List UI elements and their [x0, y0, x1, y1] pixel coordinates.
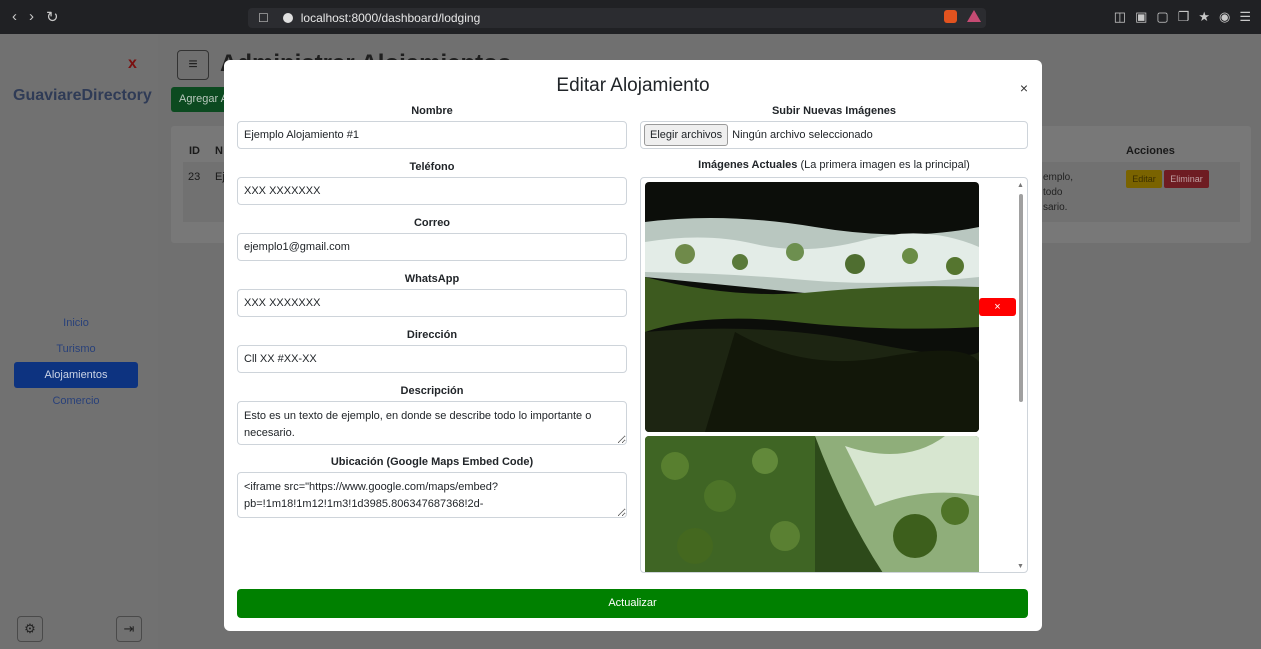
telefono-label: Teléfono: [409, 161, 455, 173]
row-id: 23: [188, 171, 201, 183]
correo-input[interactable]: [237, 233, 627, 261]
current-image-2: [645, 436, 979, 572]
extension-icons: [944, 10, 981, 23]
reload-icon[interactable]: ↻: [46, 8, 59, 26]
correo-label: Correo: [413, 217, 451, 229]
edit-lodging-modal: Editar Alojamiento × Nombre Teléfono Cor…: [224, 60, 1042, 631]
modal-title: Editar Alojamiento: [556, 75, 710, 96]
row-description: emplo, todo sario.: [1043, 172, 1074, 213]
column-header-name: N: [215, 145, 223, 157]
site-info-icon[interactable]: [282, 13, 293, 23]
nombre-input[interactable]: [237, 121, 627, 149]
update-button[interactable]: Actualizar: [237, 589, 1028, 618]
scrollbar-thumb[interactable]: [1019, 194, 1023, 402]
sidebar-item-inicio[interactable]: Inicio: [14, 310, 138, 336]
scroll-down-icon[interactable]: ▼: [1017, 563, 1024, 570]
choose-files-button[interactable]: Elegir archivos: [644, 124, 729, 146]
extensions-icon[interactable]: ◫: [1114, 9, 1126, 25]
current-images-label: Imágenes Actuales (La primera imagen es …: [640, 157, 1028, 174]
browser-toolbar: ‹ › ↻ ☐ localhost:8000/dashboard/lodging…: [0, 0, 1261, 34]
nombre-label: Nombre: [411, 105, 453, 117]
descripcion-textarea[interactable]: Esto es un texto de ejemplo, en donde se…: [237, 401, 627, 445]
sidebar-item-alojamientos[interactable]: Alojamientos: [14, 362, 138, 388]
scroll-up-icon[interactable]: ▲: [1017, 182, 1024, 189]
current-images-list[interactable]: × ▲ ▼: [640, 177, 1028, 573]
sidebar: x GuaviareDirectory Inicio Turismo Aloja…: [0, 34, 158, 649]
screenshot-icon[interactable]: ▣: [1135, 9, 1147, 25]
upload-label: Subir Nuevas Imágenes: [771, 105, 897, 117]
menu-toggle-button[interactable]: ≡: [177, 50, 209, 80]
tab-icon[interactable]: ❐: [1178, 9, 1190, 25]
direccion-input[interactable]: [237, 345, 627, 373]
ubicacion-textarea[interactable]: <iframe src="https://www.google.com/maps…: [237, 472, 627, 518]
brand-logo[interactable]: GuaviareDirectory: [13, 87, 152, 105]
delete-button[interactable]: Eliminar: [1164, 170, 1209, 188]
file-status: Ningún archivo seleccionado: [732, 129, 873, 141]
form-right-column: Subir Nuevas Imágenes Elegir archivos Ni…: [640, 102, 1028, 573]
direccion-label: Dirección: [406, 329, 458, 341]
shield-icon[interactable]: [944, 10, 957, 23]
telefono-input[interactable]: [237, 177, 627, 205]
edit-button[interactable]: Editar: [1126, 170, 1162, 188]
browser-actions: ◫ ▣ ▢ ❐ ★ ◉ ☰: [1114, 9, 1251, 25]
descripcion-label: Descripción: [400, 385, 464, 397]
current-image-1: [645, 182, 979, 432]
column-header-actions: Acciones: [1126, 145, 1175, 157]
column-header-id: ID: [189, 145, 200, 157]
url-text: localhost:8000/dashboard/lodging: [300, 11, 481, 25]
whatsapp-label: WhatsApp: [404, 273, 460, 285]
sidebar-close-button[interactable]: x: [128, 55, 137, 73]
images-scrollbar[interactable]: ▲ ▼: [1017, 182, 1025, 570]
vpn-icon[interactable]: ◉: [1219, 9, 1230, 25]
sidebar-toggle-icon[interactable]: ▢: [1156, 9, 1168, 25]
form-left-column: Nombre Teléfono Correo WhatsApp Direcció…: [237, 102, 627, 526]
address-bar[interactable]: ☐ localhost:8000/dashboard/lodging: [248, 8, 986, 28]
menu-icon[interactable]: ☰: [1239, 9, 1251, 25]
logout-icon[interactable]: ⇥: [116, 616, 142, 642]
forward-icon[interactable]: ›: [29, 8, 34, 26]
sidebar-item-comercio[interactable]: Comercio: [14, 388, 138, 414]
file-input[interactable]: Elegir archivos Ningún archivo seleccion…: [640, 121, 1028, 149]
settings-icon[interactable]: ⚙: [17, 616, 43, 642]
browser-nav: ‹ › ↻: [0, 8, 59, 26]
share-icon[interactable]: ★: [1198, 9, 1210, 25]
ubicacion-label: Ubicación (Google Maps Embed Code): [330, 456, 534, 468]
sidebar-item-turismo[interactable]: Turismo: [14, 336, 138, 362]
close-icon[interactable]: ×: [1020, 80, 1028, 96]
whatsapp-input[interactable]: [237, 289, 627, 317]
rewards-icon[interactable]: [967, 10, 981, 22]
add-lodging-button[interactable]: Agregar A: [171, 87, 231, 112]
back-icon[interactable]: ‹: [12, 8, 17, 26]
current-images-note: (La primera imagen es la principal): [797, 159, 970, 171]
sidebar-nav: Inicio Turismo Alojamientos Comercio: [14, 310, 138, 414]
delete-image-button[interactable]: ×: [979, 298, 1016, 316]
bookmark-icon[interactable]: ☐: [258, 11, 269, 25]
current-images-title: Imágenes Actuales: [698, 159, 798, 171]
